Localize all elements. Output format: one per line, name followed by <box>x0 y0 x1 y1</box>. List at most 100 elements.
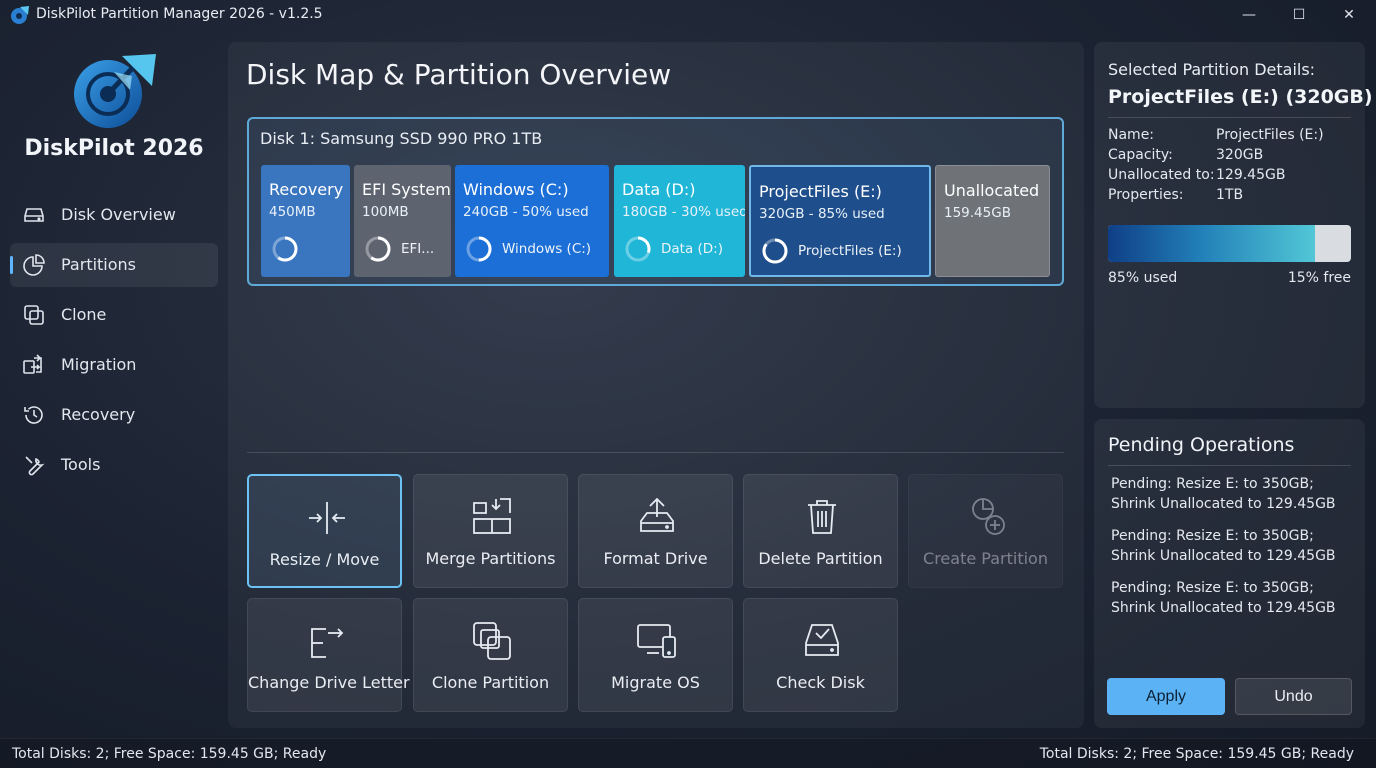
detail-key: Name: <box>1108 127 1155 143</box>
divider <box>1108 465 1351 466</box>
partition-name: Recovery <box>269 180 344 199</box>
trash-icon <box>808 500 836 534</box>
usage-bar <box>1108 225 1351 262</box>
change-drive-letter-button[interactable]: Change Drive Letter <box>247 598 410 712</box>
sidebar-item-label: Tools <box>61 455 101 474</box>
tool-label: Change Drive Letter <box>248 673 410 692</box>
partition-windows-c[interactable]: Windows (C:) 240GB - 50% used Windows (C:) <box>455 165 609 277</box>
pending-item: Pending: Resize E: to 350GB; Shrink Unal… <box>1111 528 1336 564</box>
pie-chart-icon <box>23 254 45 276</box>
window-title: DiskPilot Partition Manager 2026 - v1.2.… <box>36 6 323 22</box>
details-heading: Selected Partition Details: <box>1108 60 1316 79</box>
partition-name: Windows (C:) <box>463 180 569 199</box>
migration-icon <box>23 354 42 374</box>
sidebar-item-label: Disk Overview <box>61 205 176 224</box>
tool-label: Delete Partition <box>758 549 883 568</box>
resize-icon <box>309 502 345 534</box>
partition-size: 159.45GB <box>944 205 1011 221</box>
partition-size: 320GB - 85% used <box>759 206 885 222</box>
sidebar-item-label: Recovery <box>61 405 136 424</box>
usage-bar-fill <box>1108 225 1315 262</box>
sidebar-item-disk-overview[interactable]: Disk Overview <box>10 193 218 237</box>
sidebar-item-partitions[interactable]: Partitions <box>10 243 218 287</box>
partition-size: 180GB - 30% used <box>622 204 745 220</box>
partition-name: Data (D:) <box>622 180 696 199</box>
partition-footer-label: Data (D:) <box>661 241 724 257</box>
partition-data-d[interactable]: Data (D:) 180GB - 30% used Data (D:) <box>614 165 745 277</box>
usage-ring-icon <box>272 236 298 262</box>
close-button[interactable]: ✕ <box>1326 0 1372 30</box>
partition-unallocated[interactable]: Unallocated 159.45GB <box>935 165 1050 277</box>
disk-label: Disk 1: Samsung SSD 990 PRO 1TB <box>260 129 543 148</box>
minimize-icon: — <box>1242 7 1256 23</box>
tool-label: Create Partition <box>923 549 1048 568</box>
apply-button[interactable]: Apply <box>1107 678 1225 715</box>
partition-projectfiles-e[interactable]: ProjectFiles (E:) 320GB - 85% used Project… <box>749 165 931 277</box>
usage-free-label: 15% free <box>1287 270 1351 286</box>
partition-name: ProjectFiles (E:) <box>759 182 882 201</box>
title-bar: DiskPilot Partition Manager 2026 - v1.2.… <box>0 0 1376 30</box>
clone-icon <box>24 305 44 325</box>
disk-icon <box>24 208 44 222</box>
divider <box>1108 117 1351 118</box>
undo-button[interactable]: Undo <box>1235 678 1352 715</box>
partition-size: 450MB <box>269 204 316 220</box>
sidebar-item-migration[interactable]: Migration <box>10 343 218 387</box>
details-title: ProjectFiles (E:) (320GB) <box>1108 86 1373 108</box>
check-disk-button[interactable]: Check Disk <box>743 598 898 712</box>
check-disk-icon <box>805 624 839 656</box>
app-icon <box>11 6 29 24</box>
sidebar-item-recovery[interactable]: Recovery <box>10 393 218 437</box>
sidebar-item-tools[interactable]: Tools <box>10 443 218 487</box>
pending-item: Pending: Resize E: to 350GB; Shrink Unal… <box>1111 580 1336 616</box>
divider <box>247 452 1064 453</box>
close-icon: ✕ <box>1343 7 1355 23</box>
migrate-os-button[interactable]: Migrate OS <box>578 598 733 712</box>
usage-ring-icon <box>365 236 391 262</box>
create-partition-button[interactable]: Create Partition <box>908 474 1063 588</box>
partition-name: EFI System <box>362 180 451 199</box>
migrate-os-icon <box>637 624 676 658</box>
detail-value: 320GB <box>1216 147 1264 163</box>
usage-ring-icon <box>625 236 651 262</box>
partition-footer-label: Windows (C:) <box>502 241 592 257</box>
partition-footer-label: EFI... <box>401 241 435 257</box>
usage-ring-icon <box>466 236 492 262</box>
history-icon <box>24 406 43 424</box>
tool-label: Clone Partition <box>431 673 550 692</box>
partition-size: 100MB <box>362 204 409 220</box>
sidebar-item-label: Migration <box>61 355 137 374</box>
merge-partitions-button[interactable]: Merge Partitions <box>413 474 568 588</box>
sidebar-item-clone[interactable]: Clone <box>10 293 218 337</box>
wrench-icon <box>25 456 45 476</box>
page-title: Disk Map & Partition Overview <box>246 58 672 91</box>
resize-move-button[interactable]: Resize / Move <box>247 474 402 588</box>
partition-name: Unallocated <box>944 181 1040 200</box>
detail-key: Unallocated to: <box>1108 167 1215 183</box>
delete-partition-button[interactable]: Delete Partition <box>743 474 898 588</box>
tool-label: Merge Partitions <box>425 549 556 568</box>
tool-label: Resize / Move <box>269 550 380 569</box>
drive-letter-icon <box>311 628 344 658</box>
pending-item: Pending: Resize E: to 350GB; Shrink Unal… <box>1111 476 1336 512</box>
clone-partition-button[interactable]: Clone Partition <box>413 598 568 712</box>
tool-label: Migrate OS <box>611 673 700 692</box>
detail-value: 129.45GB <box>1216 167 1286 183</box>
tool-label: Check Disk <box>776 673 865 692</box>
sidebar-item-label: Clone <box>61 305 107 324</box>
format-drive-button[interactable]: Format Drive <box>578 474 733 588</box>
detail-value: ProjectFiles (E:) <box>1216 127 1324 143</box>
usage-used-label: 85% used <box>1108 270 1178 286</box>
detail-key: Capacity: <box>1108 147 1173 163</box>
detail-key: Properties: <box>1108 187 1184 203</box>
pending-operations-title: Pending Operations <box>1108 434 1295 456</box>
partition-footer-label: ProjectFiles (E:) <box>798 243 902 259</box>
maximize-button[interactable]: ☐ <box>1276 0 1322 30</box>
merge-icon <box>473 498 511 534</box>
create-partition-icon <box>972 498 1005 535</box>
minimize-button[interactable]: — <box>1226 0 1272 30</box>
diskpilot-logo-icon <box>74 54 156 128</box>
clone-partition-icon <box>473 622 511 660</box>
partition-recovery[interactable]: Recovery 450MB <box>261 165 350 277</box>
partition-efi-system[interactable]: EFI System 100MB EFI... <box>354 165 451 277</box>
